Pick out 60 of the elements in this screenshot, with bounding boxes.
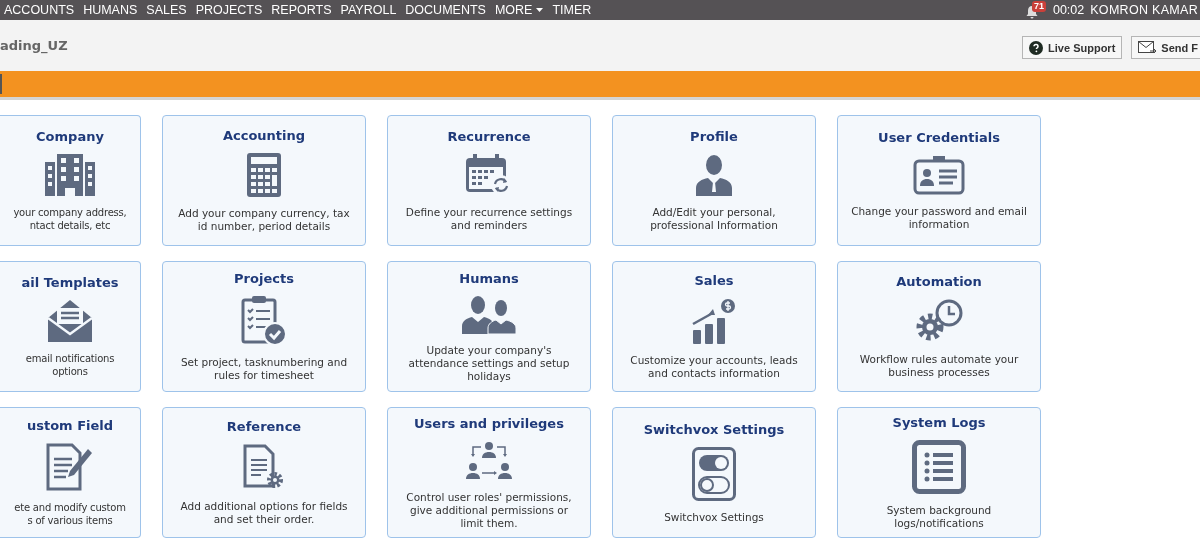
- nav-link[interactable]: HUMANS: [83, 3, 138, 17]
- settings-card[interactable]: Reference Add additional options for fields and set their order.: [162, 407, 366, 538]
- settings-card[interactable]: Automation Workflow rules automate your business processes: [837, 261, 1041, 392]
- card-title: Sales: [694, 273, 734, 288]
- settings-card[interactable]: ail Templates email notifications options: [0, 261, 141, 392]
- settings-card[interactable]: Company your company address, ntact details, etc: [0, 115, 141, 246]
- card-title: Automation: [896, 274, 982, 289]
- card-title: Users and privileges: [414, 415, 564, 431]
- card-description: Customize your accounts, leads and contacts information: [629, 354, 799, 380]
- settings-card[interactable]: Users and privileges Control user roles' permissions, give additional permissions or limit them.: [387, 407, 591, 538]
- settings-card[interactable]: Profile Add/Edit your personal, professional Information: [612, 115, 816, 246]
- card-description: Define your recurrence settings and reminders: [404, 206, 574, 232]
- settings-card[interactable]: Sales Customize your accounts, leads and contacts information: [612, 261, 816, 392]
- header-button[interactable]: Send F: [1131, 36, 1200, 59]
- card-title: Humans: [459, 270, 519, 286]
- card-description: Control user roles' permissions, give additional permissions or limit them.: [405, 490, 573, 530]
- card-description: your company address, ntact details, etc: [13, 206, 127, 232]
- card-description: ete and modify custom s of various items: [14, 501, 126, 527]
- card-description: Set project, tasknumbering and rules for timesheet: [179, 356, 349, 382]
- card-description: Add your company currency, tax id number, period details: [177, 207, 351, 233]
- nav-link[interactable]: PAYROLL: [340, 3, 397, 17]
- card-title: Accounting: [222, 128, 306, 143]
- nav-link[interactable]: PROJECTS: [195, 3, 263, 17]
- card-title: Switchvox Settings: [643, 421, 785, 437]
- settings-card[interactable]: System Logs System background logs/notifications: [837, 407, 1041, 538]
- settings-card[interactable]: Projects Set project, tasknumbering and rules for timesheet: [162, 261, 366, 392]
- settings-card[interactable]: Accounting Add your company currency, tax id number, period details: [162, 115, 366, 246]
- card-title: ustom Field: [26, 418, 114, 433]
- notification-badge: 71: [1031, 1, 1046, 12]
- card-title: Recurrence: [447, 129, 531, 144]
- nav-link[interactable]: DOCUMENTS: [405, 3, 486, 17]
- nav-link[interactable]: SALES: [146, 3, 187, 17]
- card-description: Switchvox Settings: [664, 510, 764, 524]
- card-title: User Credentials: [878, 130, 1000, 145]
- nav-link[interactable]: MORE: [494, 3, 544, 17]
- card-title: Projects: [234, 271, 294, 286]
- settings-card[interactable]: Humans Update your company's attendance settings and setup holidays: [387, 261, 591, 392]
- card-description: Update your company's attendance settings and setup holidays: [407, 343, 571, 383]
- nav-link[interactable]: ACCOUNTS: [4, 3, 75, 17]
- card-description: Change your password and email information: [850, 205, 1028, 231]
- organization-name: ading_UZ: [0, 38, 68, 53]
- settings-card[interactable]: Switchvox Settings Switchvox Settings: [612, 407, 816, 538]
- nav-link[interactable]: TIMER: [552, 3, 592, 17]
- header-button[interactable]: Live Support: [1022, 36, 1123, 59]
- card-description: System background logs/notifications: [885, 504, 993, 530]
- card-title: ail Templates: [21, 275, 119, 290]
- card-title: Reference: [226, 419, 302, 434]
- settings-card[interactable]: Recurrence Define your recurrence settings and reminders: [387, 115, 591, 246]
- card-description: Add additional options for fields and set their order.: [179, 500, 349, 526]
- card-title: Profile: [690, 129, 738, 144]
- card-title: Company: [36, 129, 104, 144]
- timer-text: 00:02: [1052, 3, 1085, 17]
- card-description: Add/Edit your personal, professional Information: [649, 206, 779, 232]
- settings-card[interactable]: ustom Field ete and modify custom s of various items: [0, 407, 141, 538]
- user-name[interactable]: KOMRON KAMAR: [1090, 3, 1198, 17]
- card-description: email notifications options: [25, 352, 115, 378]
- card-title: System Logs: [892, 415, 986, 430]
- nav-link[interactable]: REPORTS: [271, 3, 332, 17]
- settings-card[interactable]: User Credentials Change your password and email information: [837, 115, 1041, 246]
- card-description: Workflow rules automate your business processes: [858, 353, 1020, 379]
